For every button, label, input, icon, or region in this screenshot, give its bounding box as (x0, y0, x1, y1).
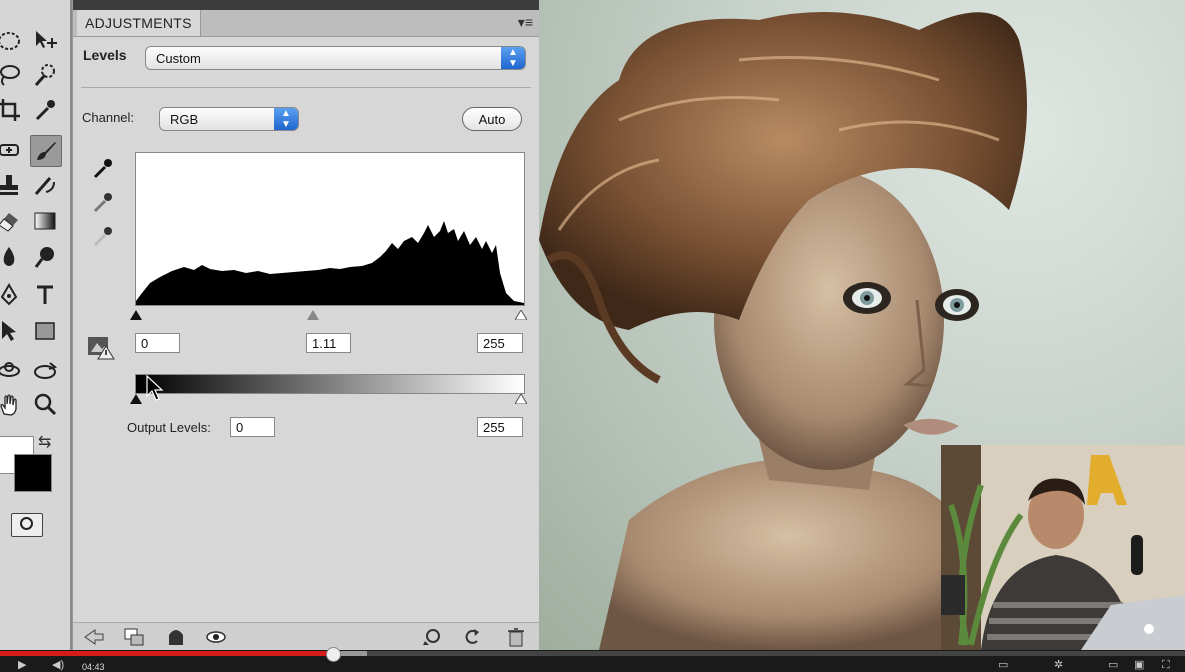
eraser-tool-icon[interactable] (0, 206, 24, 236)
move-tool-icon[interactable] (30, 26, 60, 56)
lasso-tool-icon[interactable] (0, 60, 24, 90)
shape-tool-icon[interactable] (30, 316, 60, 346)
volume-icon[interactable]: ◀) (52, 660, 64, 671)
output-white-field[interactable]: 255 (477, 417, 523, 437)
brush-tool-icon[interactable] (30, 135, 62, 167)
clipping-warning-icon[interactable] (87, 334, 115, 360)
clone-stamp-tool-icon[interactable] (0, 170, 24, 200)
output-black-field[interactable]: 0 (230, 417, 275, 437)
panel-menu-icon[interactable]: ▾≡ (518, 14, 533, 31)
hand-tool-icon[interactable] (0, 390, 24, 420)
divider (81, 87, 531, 88)
healing-brush-tool-icon[interactable] (0, 135, 24, 165)
large-player-icon[interactable]: ▣ (1134, 660, 1144, 671)
output-white-slider[interactable] (515, 394, 527, 404)
eyedropper-tool-icon[interactable] (30, 95, 60, 125)
play-icon[interactable]: ▶ (18, 660, 26, 671)
swap-colors-icon[interactable]: ⇆ (38, 432, 51, 452)
adjustment-type-label: Levels (83, 47, 127, 63)
webcam-presenter-image (941, 445, 1185, 650)
black-point-eyedropper-icon[interactable] (91, 156, 115, 180)
channel-label: Channel: (82, 110, 135, 125)
histogram (135, 152, 525, 306)
white-point-eyedropper-icon[interactable] (91, 224, 115, 248)
input-gamma-field[interactable]: 1.11 (306, 333, 351, 353)
type-tool-icon[interactable] (30, 280, 60, 310)
input-black-slider[interactable] (130, 310, 142, 320)
back-arrow-icon[interactable] (83, 627, 105, 647)
fullscreen-icon[interactable]: ⛶ (1162, 660, 1170, 671)
progress-played (0, 651, 333, 656)
gradient-tool-icon[interactable] (30, 206, 60, 236)
gray-point-eyedropper-icon[interactable] (91, 190, 115, 214)
mouse-cursor-icon (146, 374, 164, 401)
view-previous-state-icon[interactable] (421, 627, 443, 647)
zoom-tool-icon[interactable] (30, 390, 60, 420)
pen-tool-icon[interactable] (0, 280, 24, 310)
webcam-inset (941, 445, 1185, 650)
quick-selection-tool-icon[interactable] (30, 60, 60, 90)
panel-bottom-bar (73, 622, 539, 651)
current-time: 04:43 (82, 662, 105, 672)
input-white-field[interactable]: 255 (477, 333, 523, 353)
output-levels-gradient (135, 374, 525, 394)
captions-icon[interactable]: ▭ (998, 660, 1008, 671)
blur-tool-icon[interactable] (0, 242, 24, 272)
3d-orbit-tool-icon[interactable] (30, 356, 60, 386)
preset-select[interactable]: Custom ▲ ▼ (145, 46, 526, 70)
input-black-field[interactable]: 0 (135, 333, 180, 353)
history-brush-tool-icon[interactable] (30, 170, 60, 200)
select-arrows-icon: ▲ ▼ (501, 47, 525, 69)
layer-visibility-mask-icon[interactable] (165, 627, 187, 647)
small-player-icon[interactable]: ▭ (1108, 660, 1118, 671)
panel-tab-bar: ADJUSTMENTS ▾≡ (73, 10, 539, 37)
trash-icon[interactable] (505, 627, 527, 647)
channel-select[interactable]: RGB ▲ ▼ (159, 107, 299, 131)
path-selection-tool-icon[interactable] (0, 316, 24, 346)
marquee-tool-icon[interactable] (0, 26, 24, 56)
dodge-tool-icon[interactable] (30, 242, 60, 272)
select-arrows-icon: ▲ ▼ (274, 108, 298, 130)
input-white-slider[interactable] (515, 310, 527, 320)
tab-adjustments[interactable]: ADJUSTMENTS (77, 10, 201, 36)
output-black-slider[interactable] (130, 394, 142, 404)
settings-gear-icon[interactable]: ✲ (1054, 660, 1063, 671)
preset-value: Custom (156, 51, 201, 66)
clip-to-layer-icon[interactable] (123, 627, 145, 647)
reset-icon[interactable] (461, 627, 483, 647)
progress-scrubber[interactable] (325, 647, 341, 662)
background-color-swatch[interactable] (14, 454, 52, 492)
quick-mask-icon[interactable] (11, 513, 43, 537)
auto-button[interactable]: Auto (462, 107, 522, 131)
3d-rotate-tool-icon[interactable] (0, 356, 24, 386)
panel-title-strip (73, 0, 539, 10)
crop-tool-icon[interactable] (0, 95, 24, 125)
toolbox: ⇆ (0, 0, 72, 650)
input-gamma-slider[interactable] (307, 310, 319, 320)
eye-icon[interactable] (205, 627, 227, 647)
adjustments-panel: ADJUSTMENTS ▾≡ Levels Custom ▲ ▼ Channel:… (72, 0, 539, 651)
channel-value: RGB (170, 112, 199, 127)
output-levels-label: Output Levels: (127, 420, 211, 435)
